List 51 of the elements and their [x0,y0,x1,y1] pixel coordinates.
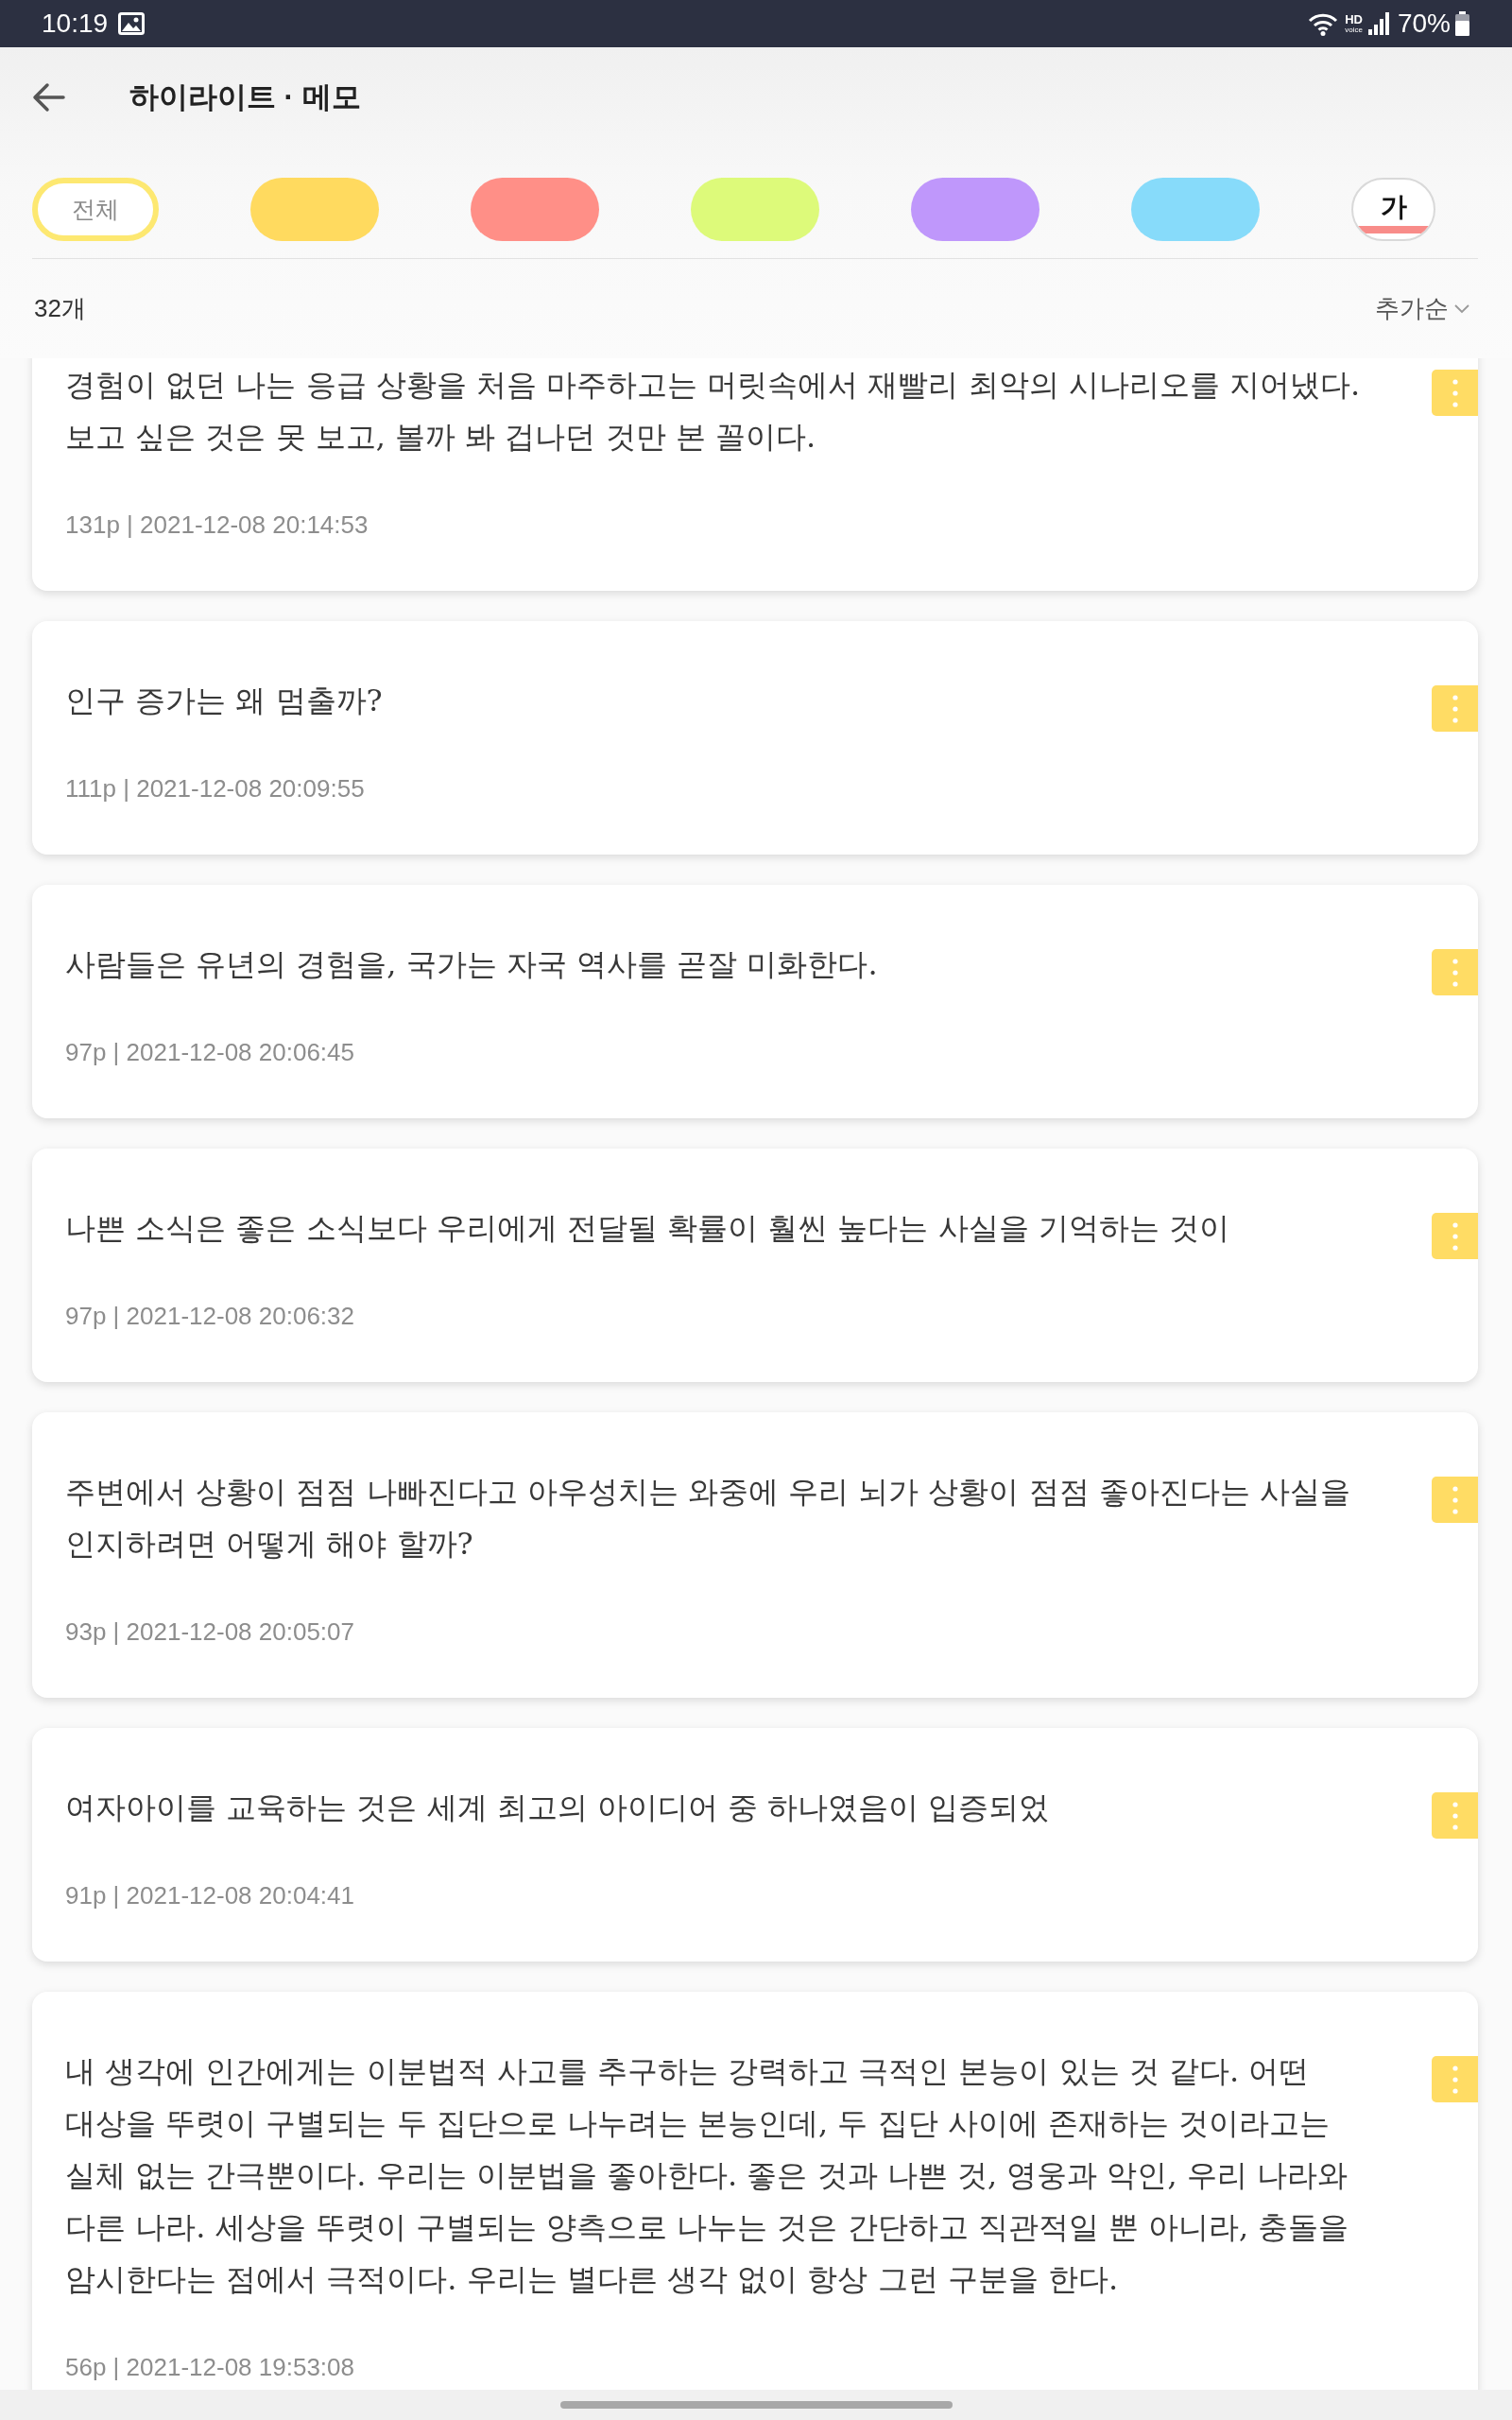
memo-card[interactable]: 나쁜 소식은 좋은 소식보다 우리에게 전달될 확률이 훨씬 높다는 사실을 기억하는 것이 97p | 2021-12-08 20:06:32 [32,1149,1478,1382]
memo-meta: 97p | 2021-12-08 20:06:45 [65,1038,355,1066]
more-button[interactable] [1432,1213,1478,1259]
text-style-button[interactable]: 가 [1351,178,1435,241]
memo-card[interactable]: 주변에서 상황이 점점 나빠진다고 아우성치는 와중에 우리 뇌가 상황이 점점 좋아진다는 사실을 인지하려면 어떻게 해야 할까? 93p | 2021-12-08 20:05:07 [32,1412,1478,1698]
more-icon [1452,1485,1458,1514]
memo-text: 내 생각에 인간에게는 이분법적 사고를 추구하는 강력하고 극적인 본능이 있는 것 같다. 어떤 대상을 뚜렷이 구별되는 두 집단으로 나누려는 본능인데, 두 집단 사이에 존재하는 것이라고는 실체 없는 간극뿐이다. 우리는 이분법을 좋아한다. 좋은 것과 나쁜 것, 영웅과 악인, 우리 나라와 다른 나라. 세상을 뚜렷이 구별되는 양측으로 나누는 것은 간단하고 직관적일 뿐 아니라, 충돌을 암시한다는 점에서 극적이다. 우리는 별다른 생각 없이 항상 그런 구분을 한다. [65,2052,1350,2299]
more-button[interactable] [1432,370,1478,416]
memo-text: 경험이 없던 나는 응급 상황을 처음 마주하고는 머릿속에서 재빨리 최악의 시나리오를 지어냈다. 보고 싶은 것은 못 보고, 볼까 봐 겁나던 것만 본 꼴이다. [65,366,1362,457]
memo-card[interactable]: 경험이 없던 나는 응급 상황을 처음 마주하고는 머릿속에서 재빨리 최악의 시나리오를 지어냈다. 보고 싶은 것은 못 보고, 볼까 봐 겁나던 것만 본 꼴이다. 131p | 2021-12-08 20:14:53 [32,358,1478,591]
battery-icon [1455,11,1469,36]
memo-meta: 56p | 2021-12-08 19:53:08 [65,2353,355,2381]
more-button[interactable] [1432,1477,1478,1523]
image-icon [118,12,146,35]
more-icon [1452,1801,1458,1830]
memo-meta: 93p | 2021-12-08 20:05:07 [65,1617,355,1646]
home-handle[interactable] [559,2401,953,2409]
more-button[interactable] [1432,949,1478,995]
memo-text: 사람들은 유년의 경험을, 국가는 자국 역사를 곧잘 미화한다. [65,945,879,984]
more-icon [1452,2065,1458,2094]
wifi-icon [1308,11,1339,36]
memo-text: 나쁜 소식은 좋은 소식보다 우리에게 전달될 확률이 훨씬 높다는 사실을 기억하는 것이 [65,1209,1230,1248]
battery-percent: 70% [1397,9,1451,39]
item-count: 32개 [34,293,86,324]
memo-card[interactable]: 사람들은 유년의 경험을, 국가는 자국 역사를 곧잘 미화한다. 97p | 2021-12-08 20:06:45 [32,885,1478,1118]
hd-label: HD [1345,13,1363,26]
memo-text: 여자아이를 교육하는 것은 세계 최고의 아이디어 중 하나였음이 입증되었 [65,1789,1051,1827]
more-icon [1452,378,1458,407]
memo-card[interactable]: 인구 증가는 왜 멈출까? 111p | 2021-12-08 20:09:55 [32,621,1478,855]
memo-text: 주변에서 상황이 점점 나빠진다고 아우성치는 와중에 우리 뇌가 상황이 점점 좋아진다는 사실을 인지하려면 어떻게 해야 할까? [65,1473,1351,1564]
memo-meta: 131p | 2021-12-08 20:14:53 [65,510,369,539]
chevron-down-icon [1454,303,1469,314]
status-time: 10:19 [42,9,109,39]
screen-title: 하이라이트 · 메모 [129,78,361,115]
more-button[interactable] [1432,1792,1478,1839]
memo-meta: 111p | 2021-12-08 20:09:55 [65,774,366,803]
voice-label: voice [1345,26,1363,34]
more-icon [1452,1221,1458,1251]
more-button[interactable] [1432,2056,1478,2102]
memo-meta: 97p | 2021-12-08 20:06:32 [65,1302,355,1330]
memo-text: 인구 증가는 왜 멈출까? [65,682,384,720]
memo-meta: 91p | 2021-12-08 20:04:41 [65,1881,355,1910]
sort-dropdown[interactable]: 추가순 [1375,292,1469,325]
signal-icon [1367,12,1389,35]
more-icon [1452,694,1458,723]
back-button[interactable] [31,81,65,112]
memo-card[interactable] [32,1992,1478,2390]
more-button[interactable] [1432,685,1478,732]
more-icon [1452,958,1458,987]
back-icon [31,81,65,112]
memo-card[interactable]: 여자아이를 교육하는 것은 세계 최고의 아이디어 중 하나였음이 입증되었 91p | 2021-12-08 20:04:41 [32,1728,1478,1962]
